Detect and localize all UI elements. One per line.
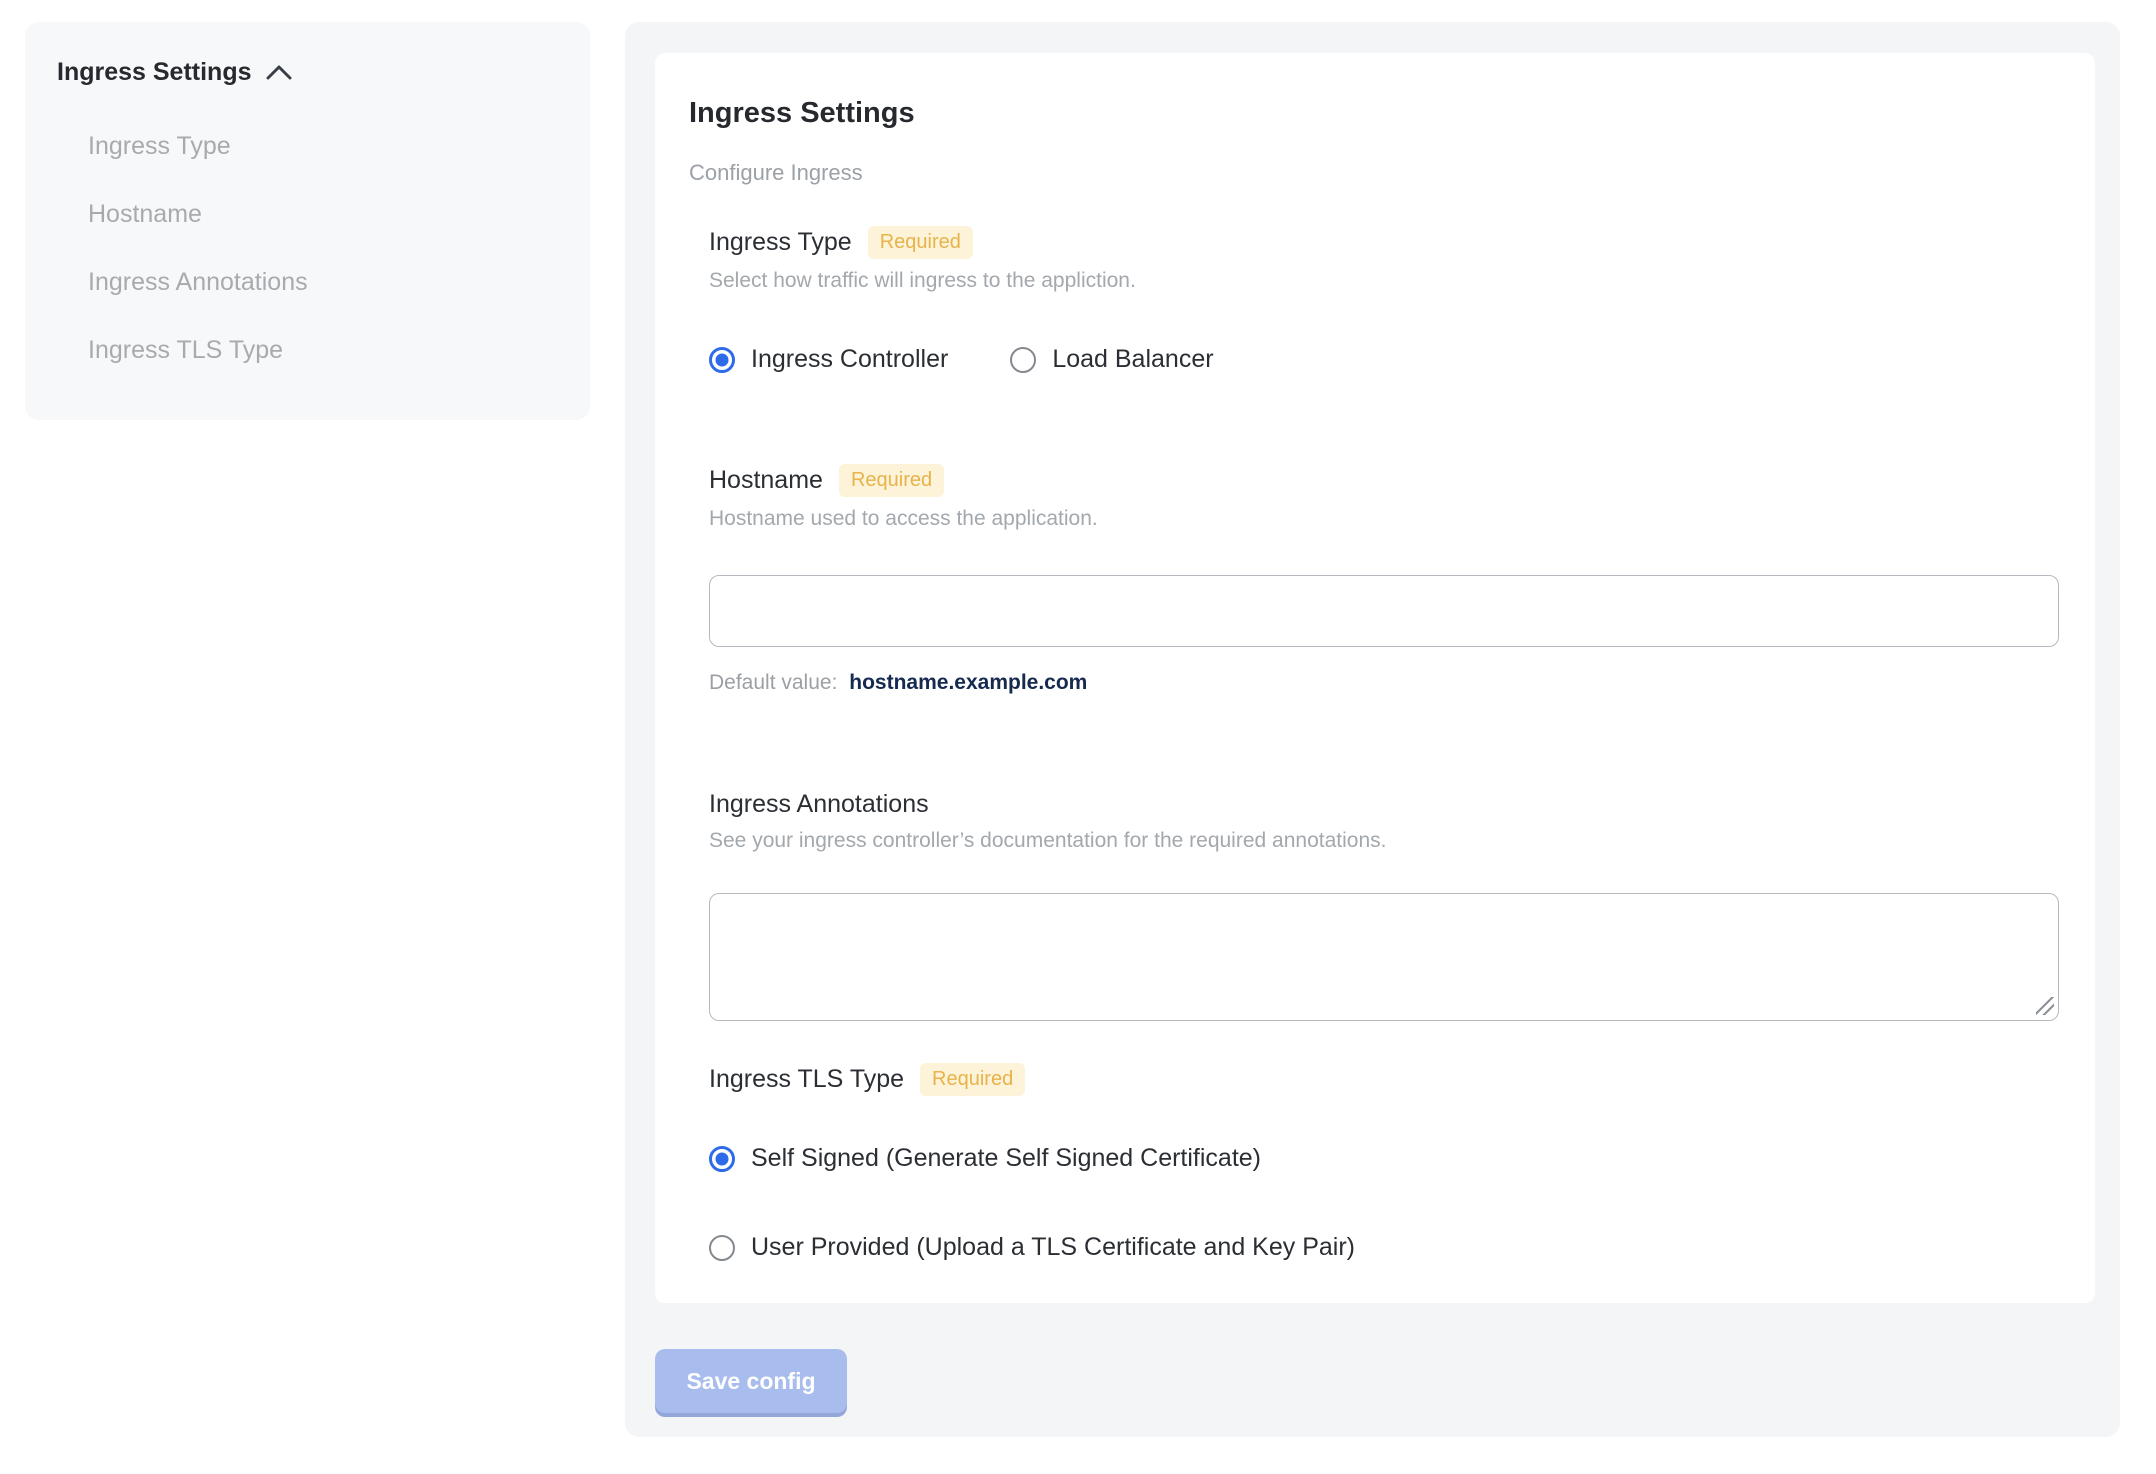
hostname-description: Hostname used to access the application. (709, 507, 1098, 530)
section-hostname: Hostname Required Hostname used to acces… (709, 464, 2061, 695)
sidebar-item-list: Ingress Type Hostname Ingress Annotation… (88, 131, 558, 365)
radio-label: User Provided (Upload a TLS Certificate … (751, 1233, 1355, 1261)
main-panel: Ingress Settings Configure Ingress Ingre… (625, 22, 2120, 1437)
radio-self-signed[interactable]: Self Signed (Generate Self Signed Certif… (709, 1144, 2061, 1173)
section-ingress-type: Ingress Type Required Select how traffic… (709, 226, 2061, 374)
ingress-type-label: Ingress Type (709, 228, 852, 256)
radio-label: Ingress Controller (751, 345, 949, 373)
radio-button-icon[interactable] (709, 346, 735, 373)
required-badge: Required (920, 1063, 1026, 1096)
ingress-settings-card: Ingress Settings Configure Ingress Ingre… (655, 53, 2095, 1303)
sidebar-item-ingress-annotations[interactable]: Ingress Annotations (88, 267, 558, 297)
radio-button-icon[interactable] (1010, 346, 1037, 373)
page-title: Ingress Settings (689, 97, 915, 129)
ingress-tls-type-label: Ingress TLS Type (709, 1065, 905, 1093)
ingress-annotations-label: Ingress Annotations (709, 790, 929, 818)
radio-ingress-controller[interactable]: Ingress Controller (709, 345, 948, 374)
ingress-type-radio-group: Ingress Controller Load Balancer (709, 345, 2061, 374)
hostname-input[interactable] (709, 575, 2059, 647)
radio-user-provided[interactable]: User Provided (Upload a TLS Certificate … (709, 1233, 2061, 1262)
required-badge: Required (867, 226, 973, 259)
section-ingress-annotations: Ingress Annotations See your ingress con… (709, 790, 2061, 1021)
chevron-up-icon (266, 58, 292, 87)
radio-button-icon[interactable] (709, 1234, 735, 1261)
save-config-button[interactable]: Save config (655, 1349, 847, 1413)
radio-label: Self Signed (Generate Self Signed Certif… (751, 1144, 1261, 1172)
settings-sidebar: Ingress Settings Ingress Type Hostname I… (25, 22, 590, 420)
section-ingress-tls-type: Ingress TLS Type Required Self Signed (G… (709, 1063, 2061, 1262)
required-badge: Required (838, 464, 945, 497)
sidebar-item-ingress-tls-type[interactable]: Ingress TLS Type (88, 335, 558, 365)
sidebar-section-title: Ingress Settings (57, 58, 252, 86)
ingress-annotations-textarea[interactable] (709, 893, 2059, 1021)
sidebar-item-ingress-type[interactable]: Ingress Type (88, 131, 558, 161)
sidebar-section-ingress-settings[interactable]: Ingress Settings (57, 58, 558, 87)
default-value-label: Default value: (709, 671, 838, 694)
hostname-label: Hostname (709, 466, 823, 494)
radio-label: Load Balancer (1052, 345, 1214, 373)
resize-handle-icon[interactable] (2036, 997, 2054, 1015)
page-subtitle: Configure Ingress (689, 160, 863, 185)
radio-button-icon[interactable] (709, 1145, 735, 1172)
ingress-type-description: Select how traffic will ingress to the a… (709, 269, 1136, 292)
sidebar-item-hostname[interactable]: Hostname (88, 199, 558, 229)
ingress-annotations-description: See your ingress controller’s documentat… (709, 829, 1387, 852)
radio-load-balancer[interactable]: Load Balancer (1010, 345, 1214, 374)
default-value: hostname.example.com (849, 671, 1088, 694)
hostname-default-value-line: Default value: hostname.example.com (709, 671, 2061, 695)
